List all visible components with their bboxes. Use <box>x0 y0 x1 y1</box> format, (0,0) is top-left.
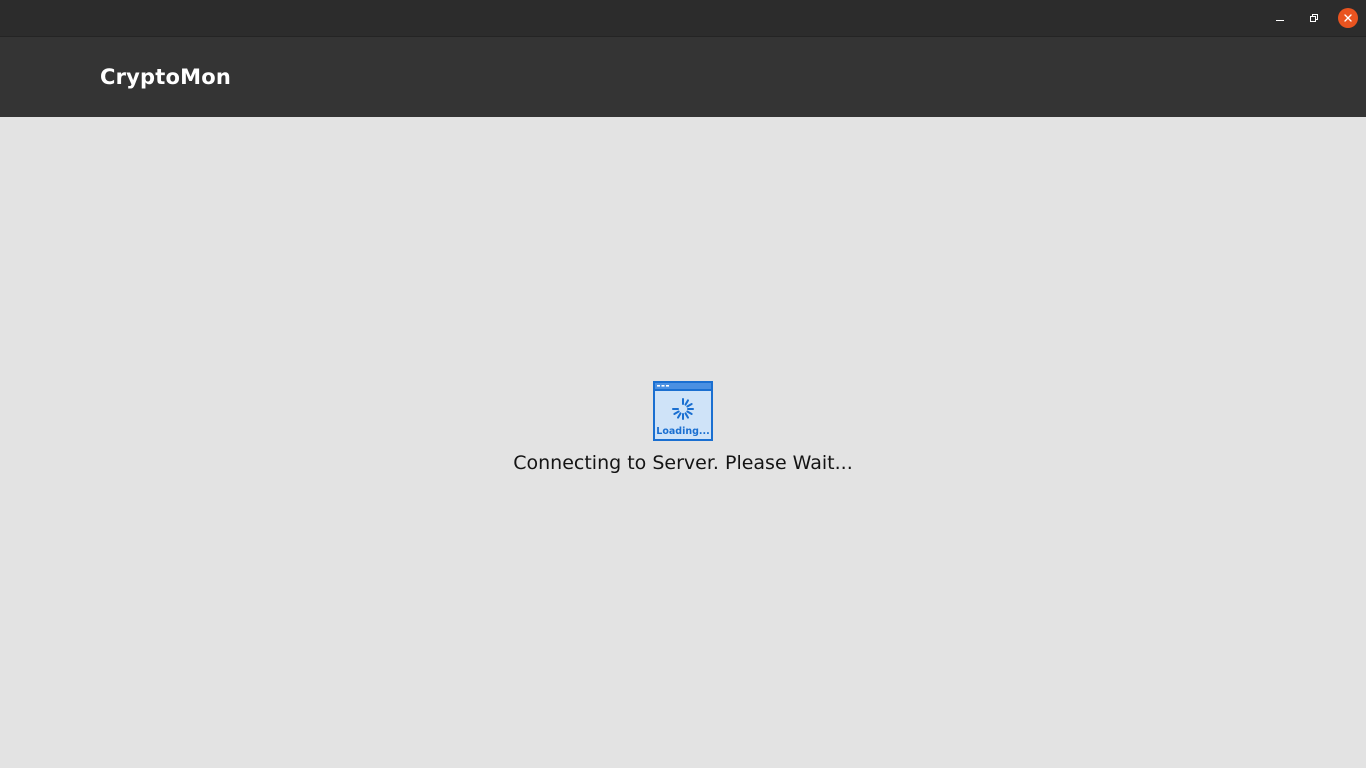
loading-label: Loading... <box>656 426 709 437</box>
close-button[interactable] <box>1338 8 1358 28</box>
window-titlebar <box>0 0 1366 37</box>
maximize-button[interactable] <box>1304 8 1324 28</box>
loading-window-icon: Loading... <box>653 381 713 441</box>
close-icon <box>1344 14 1352 22</box>
minimize-icon <box>1276 20 1284 21</box>
main-content: Loading... Connecting to Server. Please … <box>0 117 1366 768</box>
app-header: CryptoMon <box>0 37 1366 117</box>
app-title: CryptoMon <box>100 65 232 89</box>
connection-status-message: Connecting to Server. Please Wait... <box>513 452 853 474</box>
restore-icon <box>1310 14 1318 22</box>
minimize-button[interactable] <box>1270 8 1290 28</box>
